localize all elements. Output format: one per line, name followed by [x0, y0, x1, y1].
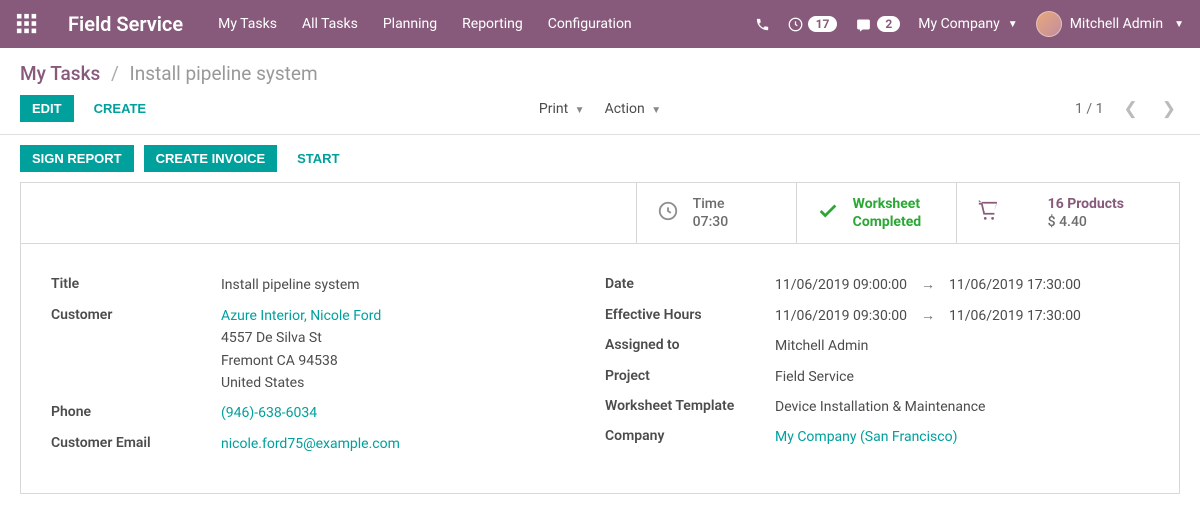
assigned-value: Mitchell Admin [775, 335, 868, 357]
stat-row: Time 07:30 Worksheet Completed + 16 Prod… [21, 183, 1179, 244]
stat-worksheet[interactable]: Worksheet Completed [796, 183, 956, 243]
status-button-row: SIGN REPORT CREATE INVOICE START [0, 134, 1200, 182]
messages-icon[interactable]: 2 [855, 16, 900, 32]
eff-label: Effective Hours [605, 305, 775, 323]
caret-down-icon: ▼ [1008, 19, 1018, 30]
check-icon [817, 200, 839, 226]
date-start: 11/06/2019 09:00:00 [775, 274, 907, 296]
date-label: Date [605, 274, 775, 292]
svg-text:+: + [988, 203, 992, 211]
field-assigned: Assigned to Mitchell Admin [605, 335, 1149, 357]
title-label: Title [51, 274, 221, 292]
email-value[interactable]: nicole.ford75@example.com [221, 433, 400, 455]
edit-button[interactable]: EDIT [20, 95, 74, 122]
assigned-label: Assigned to [605, 335, 775, 353]
field-template: Worksheet Template Device Installation &… [605, 396, 1149, 418]
user-dropdown[interactable]: Mitchell Admin ▼ [1036, 11, 1184, 37]
date-end: 11/06/2019 17:30:00 [949, 274, 1081, 296]
template-value: Device Installation & Maintenance [775, 396, 985, 418]
action-dropdown[interactable]: Action ▼ [605, 101, 662, 117]
breadcrumb-separator: / [111, 62, 119, 85]
control-bar: EDIT CREATE Print ▼ Action ▼ 1 / 1 ❮ ❯ [0, 95, 1200, 134]
arrow-right-icon: → [921, 274, 935, 296]
print-label: Print [539, 101, 568, 117]
create-invoice-button[interactable]: CREATE INVOICE [144, 145, 278, 172]
pager-text: 1 / 1 [1075, 101, 1103, 117]
pager-next[interactable]: ❯ [1158, 99, 1180, 119]
stat-worksheet-l1: Worksheet [853, 195, 922, 213]
eff-start: 11/06/2019 09:30:00 [775, 305, 907, 327]
email-label: Customer Email [51, 433, 221, 451]
avatar [1036, 11, 1062, 37]
customer-label: Customer [51, 305, 221, 323]
breadcrumb-root[interactable]: My Tasks [20, 62, 100, 85]
breadcrumb-current: Install pipeline system [130, 62, 318, 85]
field-date: Date 11/06/2019 09:00:00 → 11/06/2019 17… [605, 274, 1149, 296]
stat-time[interactable]: Time 07:30 [636, 183, 796, 243]
company-value[interactable]: My Company (San Francisco) [775, 426, 957, 448]
start-button[interactable]: START [287, 145, 349, 172]
nav-item-planning[interactable]: Planning [383, 16, 437, 32]
title-value: Install pipeline system [221, 274, 360, 296]
eff-end: 11/06/2019 17:30:00 [949, 305, 1081, 327]
pager-prev[interactable]: ❮ [1120, 99, 1142, 119]
apps-icon[interactable] [16, 13, 38, 35]
stat-time-value: 07:30 [693, 213, 729, 231]
nav-item-configuration[interactable]: Configuration [548, 16, 632, 32]
nav-item-my-tasks[interactable]: My Tasks [218, 16, 277, 32]
form-card: Time 07:30 Worksheet Completed + 16 Prod… [20, 182, 1180, 494]
form-body: Title Install pipeline system Customer A… [21, 244, 1179, 493]
project-value: Field Service [775, 366, 854, 388]
arrow-right-icon: → [921, 305, 935, 327]
template-label: Worksheet Template [605, 396, 775, 414]
company-label: My Company [918, 16, 1000, 32]
address-line-3: United States [221, 372, 381, 394]
stat-products[interactable]: + 16 Products $ 4.40 [956, 183, 1179, 243]
breadcrumb: My Tasks / Install pipeline system [0, 48, 1200, 95]
top-navbar: Field Service My Tasks All Tasks Plannin… [0, 0, 1200, 48]
nav-menu: My Tasks All Tasks Planning Reporting Co… [218, 16, 754, 32]
print-dropdown[interactable]: Print ▼ [539, 101, 585, 117]
messages-badge: 2 [877, 16, 900, 32]
customer-link[interactable]: Azure Interior, Nicole Ford [221, 305, 381, 327]
address-line-2: Fremont CA 94538 [221, 350, 381, 372]
nav-item-all-tasks[interactable]: All Tasks [302, 16, 358, 32]
app-brand[interactable]: Field Service [68, 12, 183, 36]
field-title: Title Install pipeline system [51, 274, 595, 296]
create-button[interactable]: CREATE [82, 95, 158, 122]
user-name: Mitchell Admin [1070, 16, 1163, 32]
phone-icon[interactable] [755, 17, 770, 32]
caret-down-icon: ▼ [651, 105, 661, 116]
action-label: Action [605, 101, 645, 117]
sign-report-button[interactable]: SIGN REPORT [20, 145, 134, 172]
field-effective-hours: Effective Hours 11/06/2019 09:30:00 → 11… [605, 305, 1149, 327]
field-phone: Phone (946)-638-6034 [51, 402, 595, 424]
company-label: Company [605, 426, 775, 444]
phone-value[interactable]: (946)-638-6034 [221, 402, 317, 424]
form-right-column: Date 11/06/2019 09:00:00 → 11/06/2019 17… [605, 274, 1149, 463]
phone-label: Phone [51, 402, 221, 420]
caret-down-icon: ▼ [1174, 19, 1184, 30]
nav-item-reporting[interactable]: Reporting [462, 16, 523, 32]
field-project: Project Field Service [605, 366, 1149, 388]
form-left-column: Title Install pipeline system Customer A… [51, 274, 595, 463]
field-customer: Customer Azure Interior, Nicole Ford 455… [51, 305, 595, 395]
pager: 1 / 1 ❮ ❯ [1075, 99, 1180, 119]
stat-products-l1: 16 Products [1048, 195, 1124, 213]
stat-products-l2: $ 4.40 [1048, 213, 1124, 231]
clock-icon [657, 200, 679, 226]
stat-time-label: Time [693, 195, 729, 213]
control-center: Print ▼ Action ▼ [539, 101, 661, 117]
cart-icon: + [977, 200, 999, 227]
activities-badge: 17 [808, 16, 838, 32]
address-line-1: 4557 De Silva St [221, 327, 381, 349]
nav-right: 17 2 My Company ▼ Mitchell Admin ▼ [755, 11, 1184, 37]
field-email: Customer Email nicole.ford75@example.com [51, 433, 595, 455]
stat-worksheet-l2: Completed [853, 213, 922, 231]
project-label: Project [605, 366, 775, 384]
caret-down-icon: ▼ [575, 105, 585, 116]
field-company: Company My Company (San Francisco) [605, 426, 1149, 448]
company-dropdown[interactable]: My Company ▼ [918, 16, 1017, 32]
activities-icon[interactable]: 17 [788, 16, 838, 32]
